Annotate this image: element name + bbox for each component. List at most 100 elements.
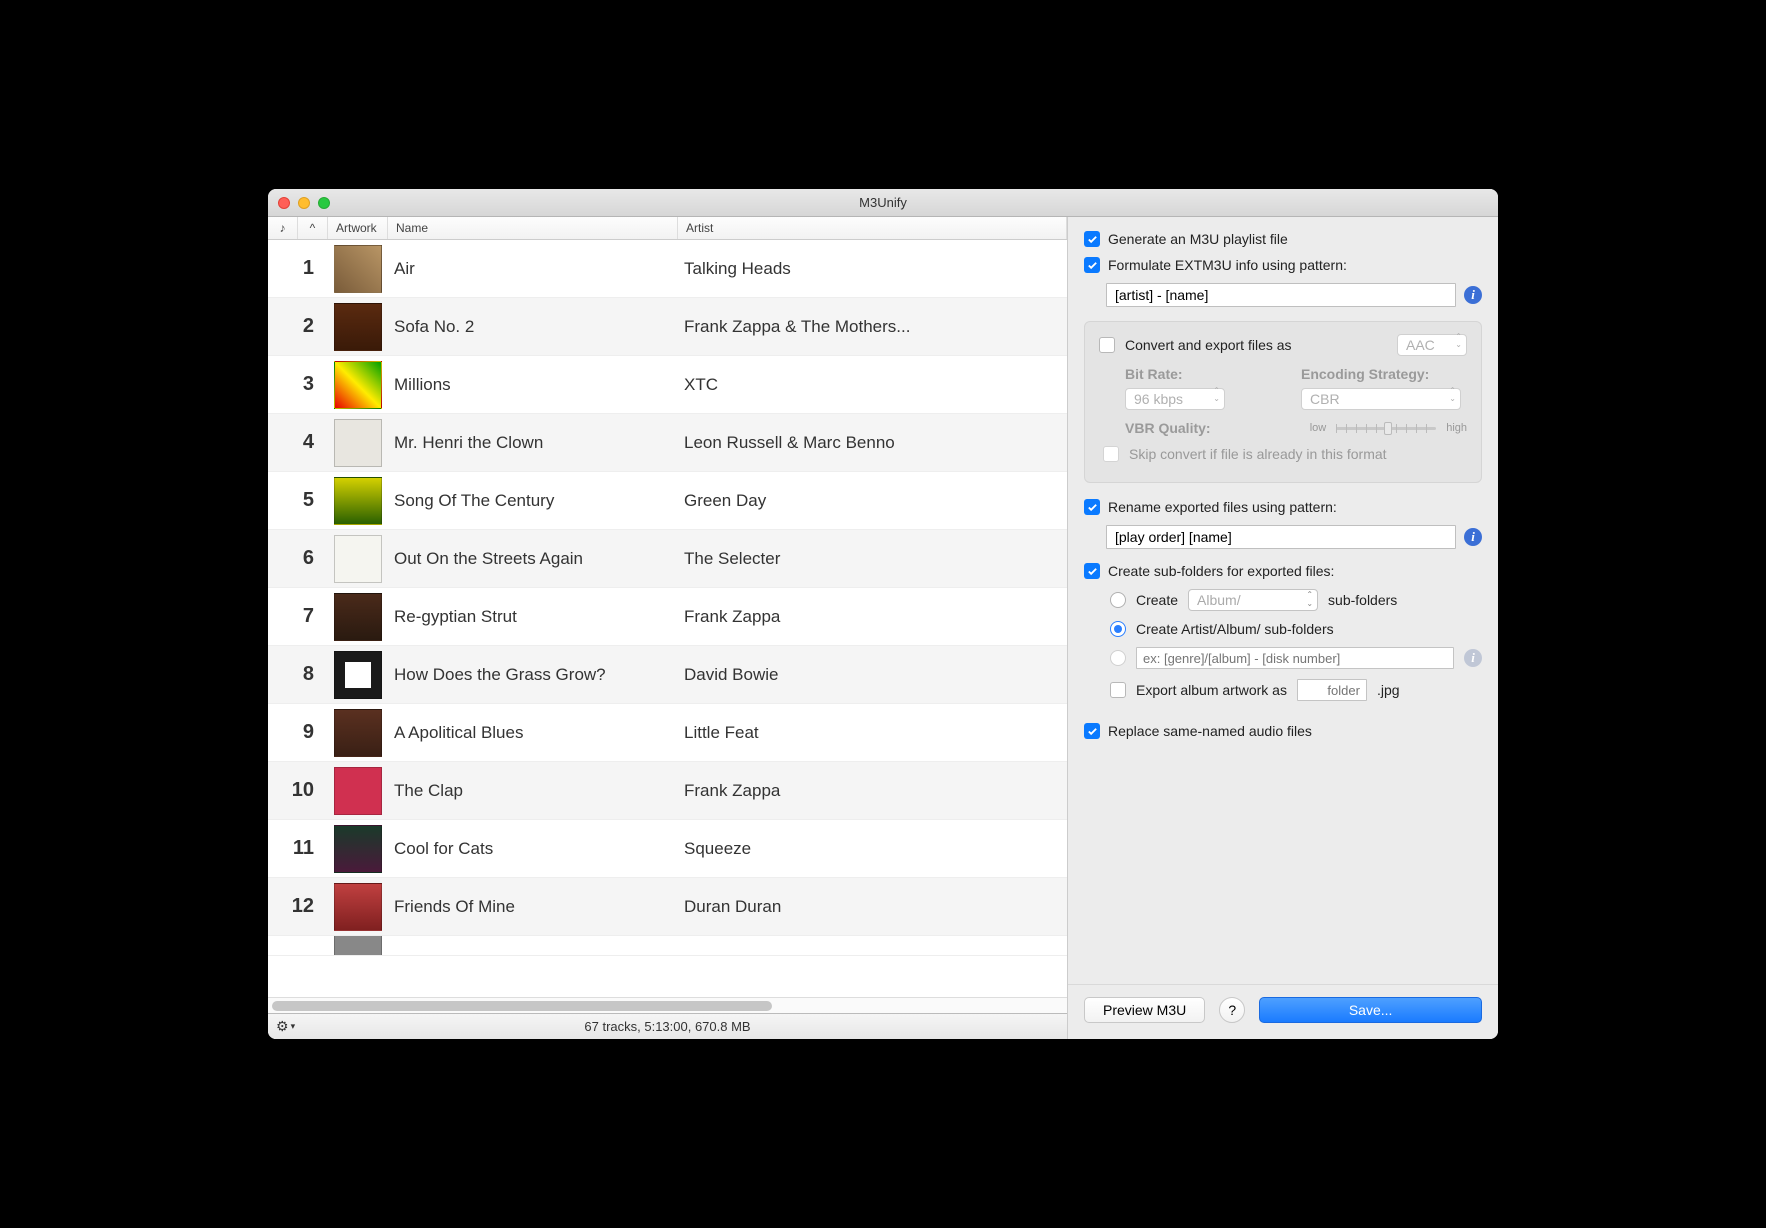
window-body: ♪ ^ Artwork Name Artist 1AirTalking Head… [268,217,1498,1039]
table-row[interactable]: 5Song Of The CenturyGreen Day [268,472,1067,530]
save-button[interactable]: Save... [1259,997,1482,1023]
option-rename[interactable]: Rename exported files using pattern: [1084,499,1482,515]
artwork-name-input[interactable] [1297,679,1367,701]
table-row[interactable]: 8How Does the Grass Grow?David Bowie [268,646,1067,704]
checkbox-generate-m3u[interactable] [1084,231,1100,247]
track-name: Re-gyptian Strut [388,607,678,627]
track-number: 5 [268,489,328,512]
track-number: 12 [268,895,328,918]
checkbox-subfolders[interactable] [1084,563,1100,579]
minimize-icon[interactable] [298,197,310,209]
column-artwork[interactable]: Artwork [328,217,388,239]
table-row[interactable]: 11Cool for CatsSqueeze [268,820,1067,878]
gear-menu[interactable]: ⚙ ▾ [276,1018,295,1035]
track-artist: Talking Heads [678,259,1067,279]
table-row[interactable]: 3MillionsXTC [268,356,1067,414]
window-title: M3Unify [268,195,1498,210]
table-row[interactable]: 6Out On the Streets AgainThe Selecter [268,530,1067,588]
option-subfolders[interactable]: Create sub-folders for exported files: [1084,563,1482,579]
zoom-icon[interactable] [318,197,330,209]
artwork-icon [334,535,382,583]
status-text: 67 tracks, 5:13:00, 670.8 MB [268,1019,1067,1034]
table-row[interactable]: 9A Apolitical BluesLittle Feat [268,704,1067,762]
track-name: Out On the Streets Again [388,549,678,569]
table-row[interactable]: 2Sofa No. 2Frank Zappa & The Mothers... [268,298,1067,356]
track-number: 2 [268,315,328,338]
horizontal-scrollbar[interactable] [268,997,1067,1013]
artwork-icon [334,936,382,956]
track-artwork [328,709,388,757]
column-note[interactable]: ♪ [268,217,298,239]
info-icon[interactable]: i [1464,649,1482,667]
table-header: ♪ ^ Artwork Name Artist [268,217,1067,240]
column-sort[interactable]: ^ [298,217,328,239]
track-artwork [328,419,388,467]
subfolder-option-1[interactable]: Create Album/ sub-folders [1110,589,1482,611]
preview-button[interactable]: Preview M3U [1084,997,1205,1023]
help-button[interactable]: ? [1219,997,1245,1023]
skip-convert-row[interactable]: Skip convert if file is already in this … [1099,446,1467,462]
label-generate-m3u: Generate an M3U playlist file [1108,231,1288,247]
rename-pattern-row: i [1106,525,1482,549]
strategy-select[interactable]: CBR [1301,388,1461,410]
track-artist: Leon Russell & Marc Benno [678,433,1067,453]
label-rename: Rename exported files using pattern: [1108,499,1337,515]
checkbox-rename[interactable] [1084,499,1100,515]
table-row[interactable]: 10The ClapFrank Zappa [268,762,1067,820]
vbr-slider[interactable] [1336,427,1436,430]
track-artist: XTC [678,375,1067,395]
table-row[interactable]: 1AirTalking Heads [268,240,1067,298]
statusbar: ⚙ ▾ 67 tracks, 5:13:00, 670.8 MB [268,1013,1067,1039]
close-icon[interactable] [278,197,290,209]
rename-pattern-input[interactable] [1106,525,1456,549]
info-icon[interactable]: i [1464,286,1482,304]
extm3u-pattern-row: i [1106,283,1482,307]
export-artwork-row[interactable]: Export album artwork as .jpg [1110,679,1482,701]
extm3u-pattern-input[interactable] [1106,283,1456,307]
radio-subfolder-custom[interactable] [1110,650,1126,666]
app-window: M3Unify ♪ ^ Artwork Name Artist 1AirTalk… [268,189,1498,1039]
titlebar[interactable]: M3Unify [268,189,1498,217]
option-replace[interactable]: Replace same-named audio files [1084,723,1482,739]
checkbox-export-artwork[interactable] [1110,682,1126,698]
checkbox-extm3u[interactable] [1084,257,1100,273]
column-artist[interactable]: Artist [678,217,1067,239]
slider-knob[interactable] [1384,422,1392,435]
artwork-icon [334,477,382,525]
options-pane: Generate an M3U playlist file Formulate … [1068,217,1498,1039]
info-icon[interactable]: i [1464,528,1482,546]
track-artwork [328,303,388,351]
track-artwork [328,651,388,699]
table-body[interactable]: 1AirTalking Heads2Sofa No. 2Frank Zappa … [268,240,1067,997]
track-number: 8 [268,663,328,686]
subfolder-option-3[interactable]: i [1110,647,1482,669]
table-row[interactable]: 12Friends Of MineDuran Duran [268,878,1067,936]
checkbox-skip-convert[interactable] [1103,446,1119,462]
track-name: Air [388,259,678,279]
option-extm3u[interactable]: Formulate EXTM3U info using pattern: [1084,257,1482,273]
label-extm3u: Formulate EXTM3U info using pattern: [1108,257,1347,273]
artwork-icon [334,651,382,699]
track-number: 10 [268,779,328,802]
track-artwork [328,361,388,409]
column-name[interactable]: Name [388,217,678,239]
subfolder-option-2[interactable]: Create Artist/Album/ sub-folders [1110,621,1482,637]
checkbox-convert[interactable] [1099,337,1115,353]
table-row[interactable] [268,936,1067,956]
bitrate-select[interactable]: 96 kbps [1125,388,1225,410]
vbr-label: VBR Quality: [1125,420,1211,436]
option-generate-m3u[interactable]: Generate an M3U playlist file [1084,231,1482,247]
subfolder-custom-input[interactable] [1136,647,1454,669]
convert-format-select[interactable]: AAC [1397,334,1467,356]
track-artist: Green Day [678,491,1067,511]
checkbox-replace[interactable] [1084,723,1100,739]
bitrate-heading: Bit Rate: [1125,366,1291,382]
table-row[interactable]: 4Mr. Henri the ClownLeon Russell & Marc … [268,414,1067,472]
radio-subfolder-artist-album[interactable] [1110,621,1126,637]
table-row[interactable]: 7Re-gyptian StrutFrank Zappa [268,588,1067,646]
subfolder-opt1-select[interactable]: Album/ [1188,589,1318,611]
radio-subfolder-album[interactable] [1110,592,1126,608]
option-convert[interactable]: Convert and export files as AAC [1099,334,1467,356]
scrollbar-thumb[interactable] [272,1001,772,1011]
track-artist: David Bowie [678,665,1067,685]
